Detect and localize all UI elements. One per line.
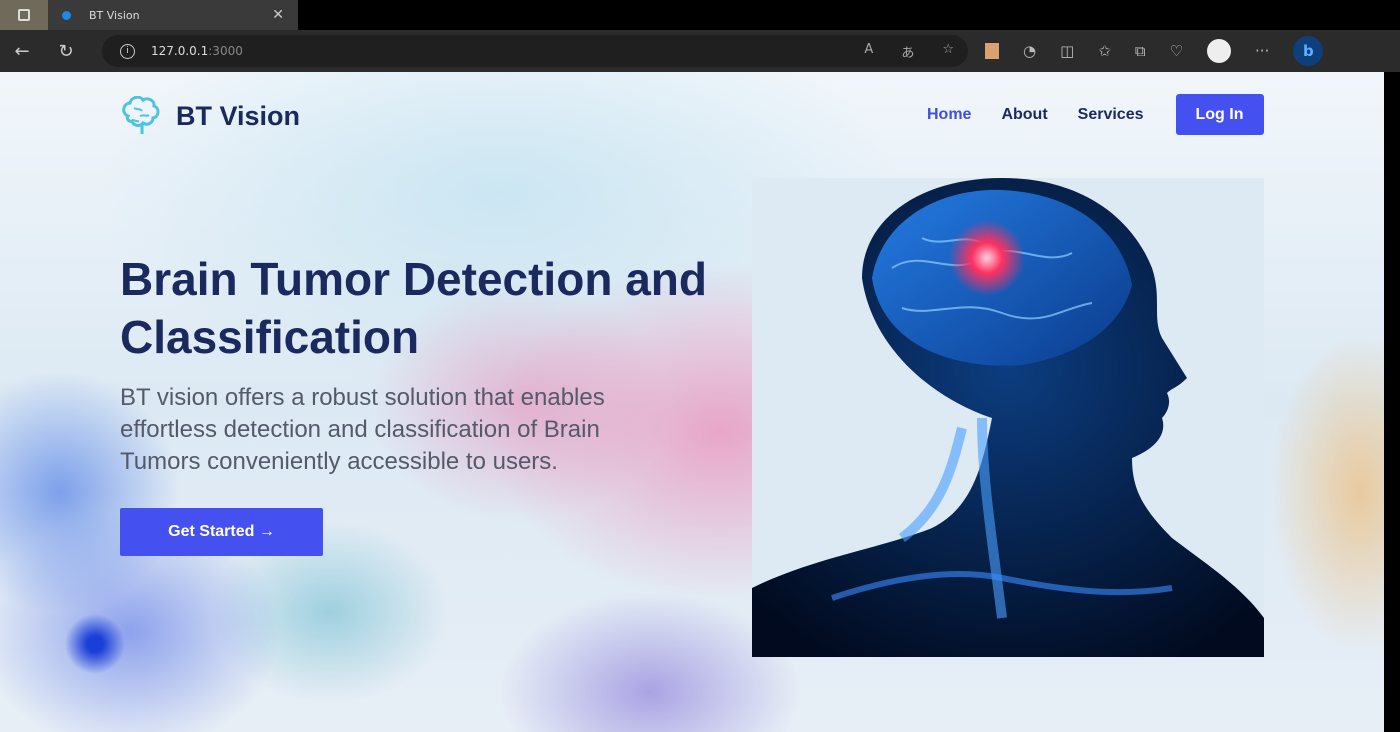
extension-icon[interactable] xyxy=(985,43,999,59)
browser-toolbar: ← ↻ i 127.0.0.1:3000 A あ ☆ ◔ ◫ ✩ ⧉ ♡ ··· b xyxy=(0,30,1400,72)
bing-icon[interactable]: b xyxy=(1293,36,1324,66)
refresh-icon[interactable]: ↻ xyxy=(44,41,88,62)
hero-description: BT vision offers a robust solution that … xyxy=(120,384,605,475)
favicon-icon xyxy=(62,10,71,20)
address-bar[interactable]: i 127.0.0.1:3000 A あ ☆ xyxy=(102,35,968,67)
close-tab-icon[interactable]: ✕ xyxy=(272,7,284,23)
browser-tab[interactable]: BT Vision ✕ xyxy=(48,0,298,30)
tab-title: BT Vision xyxy=(89,8,140,22)
brain-xray-image xyxy=(752,178,1264,657)
split-screen-icon[interactable]: ◫ xyxy=(1060,42,1074,60)
read-aloud-icon[interactable]: A xyxy=(864,42,873,61)
hero-title: Brain Tumor Detection and Classification xyxy=(120,253,707,363)
url-port: :3000 xyxy=(208,44,243,58)
web-page: BT Vision Home About Services Log In Bra… xyxy=(0,72,1384,732)
site-logo[interactable]: BT Vision xyxy=(120,96,300,136)
profile-avatar[interactable] xyxy=(1207,39,1232,63)
favorites-icon[interactable]: ✩ xyxy=(1098,42,1111,60)
more-icon[interactable]: ··· xyxy=(1255,42,1269,60)
browser-tab-bar: BT Vision ✕ xyxy=(0,0,1400,30)
brand-name: BT Vision xyxy=(176,100,301,131)
main-nav: Home About Services Log In xyxy=(927,94,1264,135)
extension-icon-2[interactable]: ◔ xyxy=(1023,42,1036,60)
tab-actions-button[interactable] xyxy=(0,0,48,30)
login-button[interactable]: Log In xyxy=(1175,94,1264,135)
performance-icon[interactable]: ♡ xyxy=(1170,42,1183,60)
nav-services[interactable]: Services xyxy=(1078,106,1144,124)
translate-icon[interactable]: あ xyxy=(901,42,914,61)
nav-home[interactable]: Home xyxy=(927,106,971,124)
get-started-button[interactable]: Get Started → xyxy=(120,508,323,556)
favorite-star-icon[interactable]: ☆ xyxy=(942,42,954,61)
nav-about[interactable]: About xyxy=(1001,106,1047,124)
info-icon[interactable]: i xyxy=(120,43,135,59)
back-icon[interactable]: ← xyxy=(0,41,44,62)
collections-icon[interactable]: ⧉ xyxy=(1135,42,1146,60)
brain-logo-icon xyxy=(122,96,160,134)
url-host: 127.0.0.1 xyxy=(151,44,209,58)
